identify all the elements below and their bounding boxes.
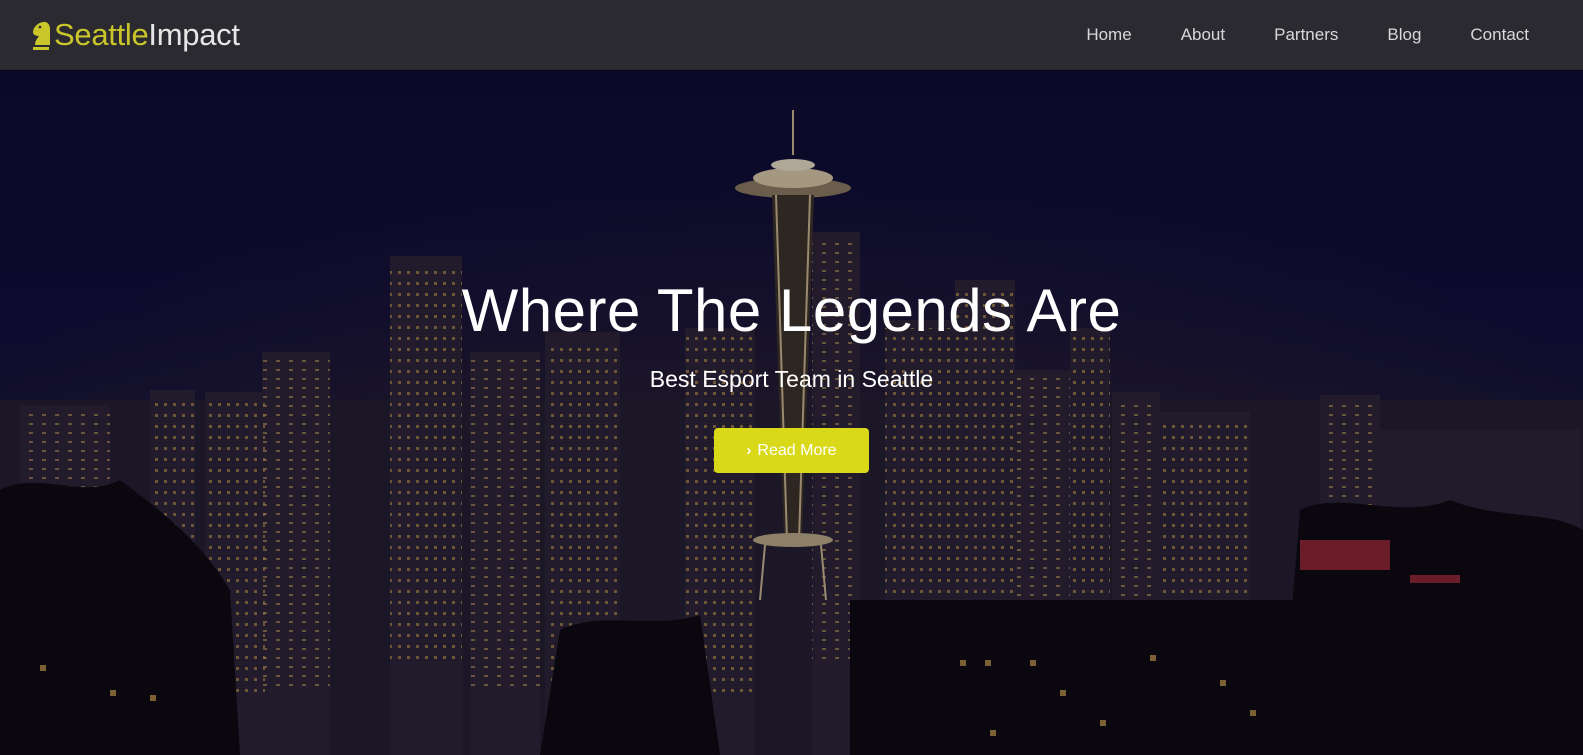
brand-name-first: Seattle: [54, 17, 149, 52]
read-more-button[interactable]: › Read More: [714, 428, 869, 473]
hero-subtitle: Best Esport Team in Seattle: [649, 366, 934, 392]
nav-menu: Home About Partners Blog Contact: [1037, 0, 1529, 70]
nav-item-about[interactable]: About: [1181, 25, 1225, 45]
chevron-right-icon: ›: [746, 442, 752, 459]
nav-item-contact[interactable]: Contact: [1470, 25, 1529, 45]
nav-item-partners[interactable]: Partners: [1274, 25, 1338, 45]
nav-item-home[interactable]: Home: [1086, 25, 1131, 45]
navbar: Seattle Impact Home About Partners Blog C…: [0, 0, 1583, 70]
read-more-label: Read More: [757, 442, 837, 459]
knight-chess-icon: [33, 21, 50, 50]
hero-section: Where The Legends Are Best Esport Team i…: [0, 70, 1583, 755]
brand-logo-link[interactable]: Seattle Impact: [29, 15, 240, 55]
nav-item-blog[interactable]: Blog: [1387, 25, 1421, 45]
page: Seattle Impact Home About Partners Blog C…: [0, 0, 1583, 755]
hero-dark-overlay: [0, 70, 1583, 755]
hero-title: Where The Legends Are: [461, 277, 1122, 344]
brand-name-second: Impact: [148, 17, 240, 52]
